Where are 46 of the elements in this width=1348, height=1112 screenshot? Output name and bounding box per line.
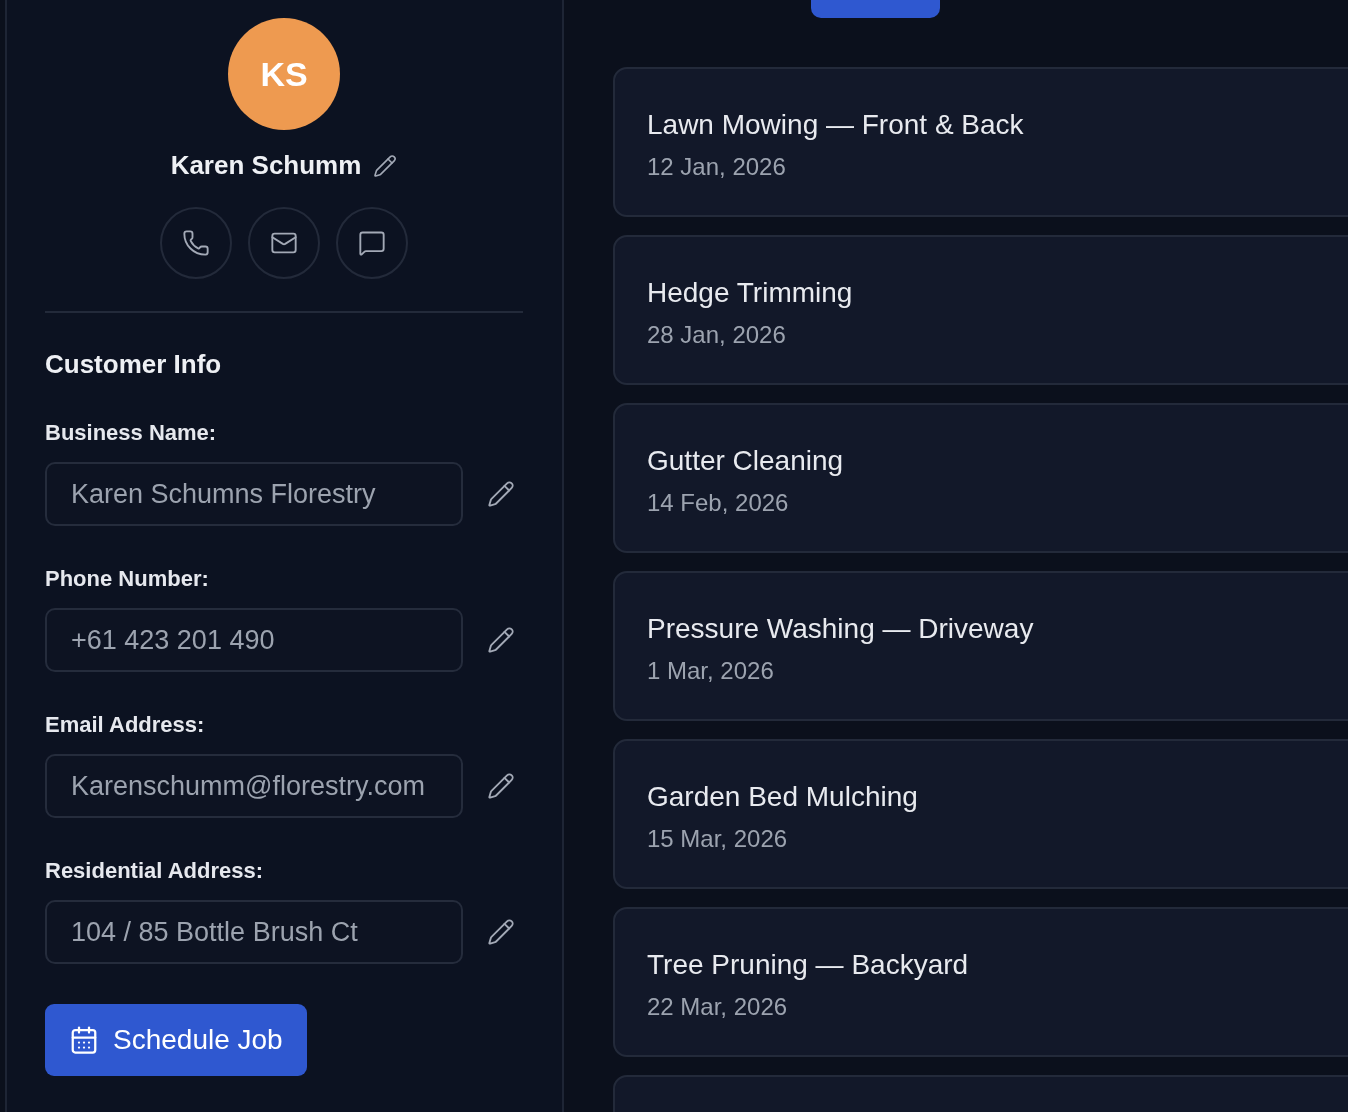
field-label: Email Address: xyxy=(45,712,206,738)
job-card[interactable]: Tree Pruning — Backyard 22 Mar, 2026 xyxy=(613,907,1348,1057)
field-label: Business Name: xyxy=(45,420,218,446)
input-field[interactable]: Karenschumm@florestry.com xyxy=(45,754,463,818)
job-title: Lawn Mowing — Front & Back xyxy=(647,109,1025,141)
input-field[interactable]: Karen Schumns Florestry xyxy=(45,462,463,526)
message-button[interactable] xyxy=(336,207,408,279)
section-title: Customer Info xyxy=(45,349,223,380)
input-field[interactable]: +61 423 201 490 xyxy=(45,608,463,672)
edit-button[interactable] xyxy=(487,480,515,508)
field-label: Residential Address: xyxy=(45,858,265,884)
job-card[interactable]: Lawn Mowing — Front & Back 12 Jan, 2026 xyxy=(613,67,1348,217)
job-card[interactable]: Garden Bed Mulching 15 Mar, 2026 xyxy=(613,739,1348,889)
job-date: 14 Feb, 2026 xyxy=(647,489,790,517)
pencil-icon xyxy=(487,480,515,508)
job-date: 28 Jan, 2026 xyxy=(647,321,787,349)
chat-icon xyxy=(358,229,386,257)
job-title: Garden Bed Mulching xyxy=(647,781,919,813)
job-title: Hedge Trimming xyxy=(647,277,854,309)
edit-button[interactable] xyxy=(487,626,515,654)
edit-button[interactable] xyxy=(487,918,515,946)
edit-button[interactable] xyxy=(487,772,515,800)
job-date: 22 Mar, 2026 xyxy=(647,993,789,1021)
job-date: 12 Jan, 2026 xyxy=(647,153,787,181)
input-field[interactable]: 104 / 85 Bottle Brush Ct xyxy=(45,900,463,964)
edit-button[interactable] xyxy=(373,153,398,178)
pencil-icon xyxy=(487,918,515,946)
call-button[interactable] xyxy=(160,207,232,279)
job-date: 1 Mar, 2026 xyxy=(647,657,775,685)
phone-icon xyxy=(182,229,210,257)
job-card[interactable]: Gutter Cleaning 14 Feb, 2026 xyxy=(613,403,1348,553)
schedule-job-button[interactable]: Schedule Job xyxy=(45,1004,307,1076)
pencil-icon xyxy=(373,153,398,178)
field-label: Phone Number: xyxy=(45,566,210,592)
job-card[interactable]: Hedge Trimming 28 Jan, 2026 xyxy=(613,235,1348,385)
avatar: KS xyxy=(228,18,340,130)
job-date: 15 Mar, 2026 xyxy=(647,825,789,853)
pencil-icon xyxy=(487,772,515,800)
pencil-icon xyxy=(487,626,515,654)
job-title: Pressure Washing — Driveway xyxy=(647,613,1035,645)
email-button[interactable] xyxy=(248,207,320,279)
customer-name: Karen Schumm xyxy=(170,150,362,181)
calendar-icon xyxy=(69,1025,99,1055)
job-card[interactable]: Pressure Washing — Driveway 1 Mar, 2026 xyxy=(613,571,1348,721)
job-title: Tree Pruning — Backyard xyxy=(647,949,970,981)
job-title: Gutter Cleaning xyxy=(647,445,845,477)
